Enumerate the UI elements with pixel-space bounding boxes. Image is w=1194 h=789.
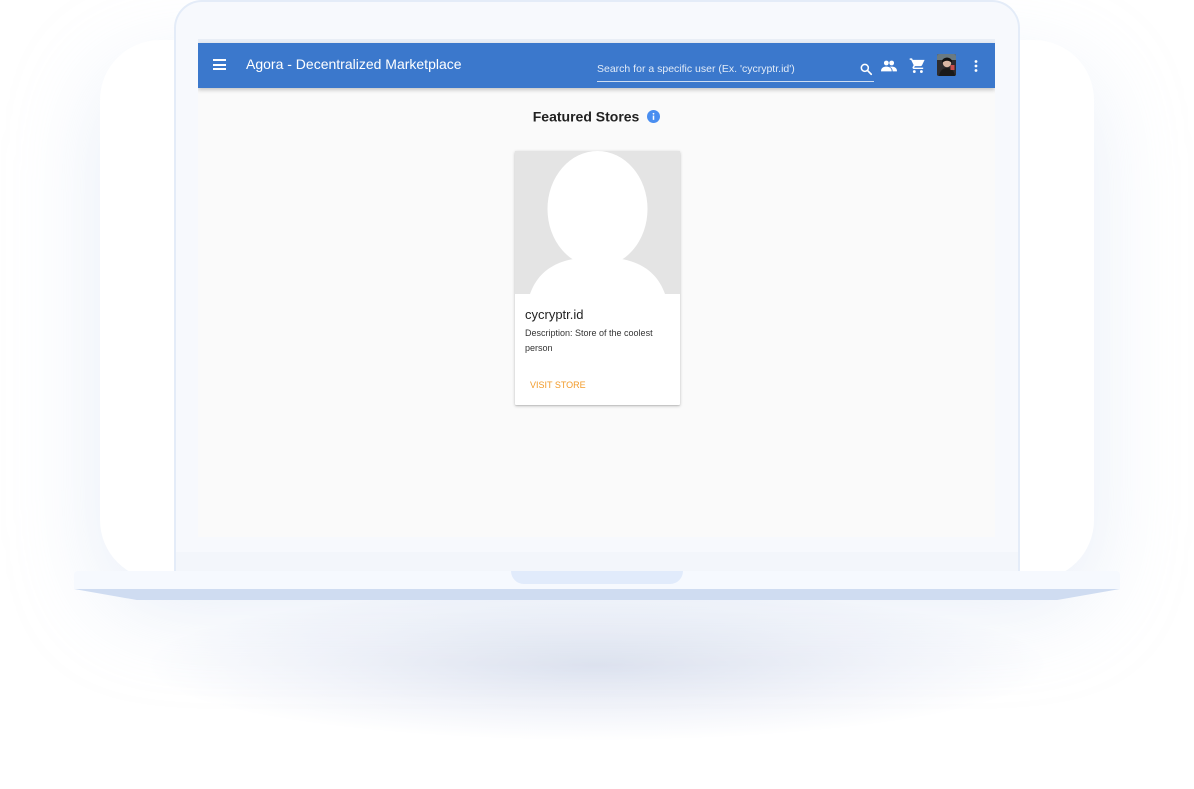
shopping-cart-icon[interactable] xyxy=(908,43,926,88)
search-input[interactable] xyxy=(597,60,847,78)
info-icon[interactable] xyxy=(647,109,661,123)
menu-icon[interactable] xyxy=(213,59,226,70)
store-image xyxy=(515,151,680,294)
laptop-shadow xyxy=(150,590,1044,740)
app-screen: Agora - Decentralized Marketplace Search… xyxy=(198,39,995,537)
people-icon[interactable] xyxy=(880,43,898,88)
app-title: Agora - Decentralized Marketplace xyxy=(246,56,462,72)
device-mockup: Agora - Decentralized Marketplace Search… xyxy=(0,0,1194,789)
more-vert-icon[interactable] xyxy=(970,43,982,88)
visit-store-button[interactable]: VISIT STORE xyxy=(523,377,593,393)
laptop-bezel-bottom xyxy=(176,552,1018,572)
page-title-text: Featured Stores xyxy=(532,108,640,125)
page-title: Featured Stores xyxy=(198,107,995,124)
app-bar: Agora - Decentralized Marketplace xyxy=(198,43,995,88)
store-description: Description: Store of the coolest person xyxy=(525,328,653,353)
search-field[interactable] xyxy=(597,53,874,82)
laptop-notch xyxy=(511,571,683,584)
avatar[interactable] xyxy=(937,54,956,76)
search-icon[interactable] xyxy=(859,62,873,76)
default-avatar-icon xyxy=(515,151,680,294)
store-card: cycryptr.id Description: Store of the co… xyxy=(515,151,680,405)
laptop-base-edge xyxy=(74,589,1120,600)
store-name: cycryptr.id xyxy=(525,307,584,322)
